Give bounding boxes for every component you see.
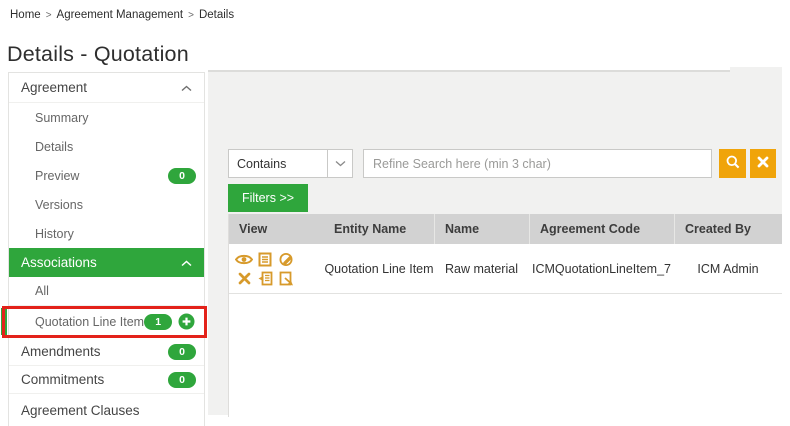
breadcrumb-agreement-management[interactable]: Agreement Management [57, 9, 184, 21]
summary-list-icon[interactable] [258, 252, 272, 267]
sidebar-section-amendments[interactable]: Amendments 0 [9, 338, 204, 366]
panel-top-tab [730, 67, 782, 73]
preview-count-badge: 0 [168, 168, 196, 184]
sidebar-item-versions-label: Versions [35, 198, 83, 212]
breadcrumb-details: Details [199, 9, 234, 21]
sidebar-item-history[interactable]: History [9, 219, 204, 248]
search-button[interactable] [719, 149, 746, 178]
chevron-up-icon [181, 80, 192, 95]
sidebar-item-details-label: Details [35, 140, 73, 154]
sidebar-section-commitments-label: Commitments [21, 372, 104, 387]
search-operator-value: Contains [229, 150, 327, 177]
sidebar-section-agreement[interactable]: Agreement [9, 73, 204, 103]
breadcrumb-home[interactable]: Home [10, 9, 41, 21]
filters-button[interactable]: Filters >> [228, 184, 308, 212]
sidebar-section-commitments[interactable]: Commitments 0 [9, 366, 204, 394]
plus-circle-icon[interactable] [178, 313, 195, 330]
sidebar: Agreement Summary Details Preview 0 Vers… [8, 72, 205, 426]
results-table: View Entity Name Name Agreement Code Cre… [228, 214, 782, 417]
search-operator-select[interactable]: Contains [228, 149, 353, 178]
sidebar-item-quotation-line-item-label: Quotation Line Item [35, 315, 144, 329]
cell-created-by: ICM Admin [674, 244, 782, 293]
breadcrumb-separator: > [46, 10, 52, 21]
view-eye-icon[interactable] [235, 253, 253, 266]
table-body: Quotation Line Item Raw material ICMQuot… [229, 244, 782, 417]
breadcrumb-separator: > [188, 10, 194, 21]
column-header-entity-name: Entity Name [324, 214, 434, 244]
sidebar-section-associations-label: Associations [21, 255, 97, 270]
edit-circle-icon[interactable] [279, 252, 294, 267]
amendments-count-badge: 0 [168, 344, 196, 360]
search-bar: Contains [228, 149, 776, 178]
sidebar-item-history-label: History [35, 227, 74, 241]
column-header-view: View [229, 214, 324, 244]
sidebar-item-all-label: All [35, 284, 49, 298]
sidebar-section-agreement-label: Agreement [21, 80, 87, 95]
x-icon [757, 156, 769, 171]
sidebar-item-details[interactable]: Details [9, 132, 204, 161]
sidebar-item-versions[interactable]: Versions [9, 190, 204, 219]
sidebar-item-preview[interactable]: Preview 0 [9, 161, 204, 190]
sidebar-item-preview-label: Preview [35, 169, 79, 183]
sidebar-section-amendments-label: Amendments [21, 344, 101, 359]
row-actions-cell [229, 244, 324, 293]
page-title: Details - Quotation [7, 42, 189, 67]
column-header-agreement-code: Agreement Code [529, 214, 674, 244]
cell-name: Raw material [434, 244, 529, 293]
chevron-down-icon [327, 150, 352, 177]
breadcrumb: Home > Agreement Management > Details [10, 9, 234, 21]
sidebar-item-summary-label: Summary [35, 111, 88, 125]
delete-x-icon[interactable] [238, 272, 251, 285]
commitments-count-badge: 0 [168, 372, 196, 388]
selected-item-indicator [1, 308, 7, 335]
sidebar-item-quotation-line-item[interactable]: Quotation Line Item 1 [9, 306, 204, 338]
sidebar-section-agreement-clauses[interactable]: Agreement Clauses [9, 394, 204, 426]
clear-search-button[interactable] [750, 149, 776, 178]
column-header-name: Name [434, 214, 529, 244]
sidebar-section-associations[interactable]: Associations [9, 248, 204, 277]
quotation-line-item-count-badge: 1 [144, 314, 172, 330]
table-row: Quotation Line Item Raw material ICMQuot… [229, 244, 782, 294]
cell-agreement-code: ICMQuotationLineItem_7 [529, 244, 674, 293]
sidebar-section-agreement-clauses-label: Agreement Clauses [21, 403, 140, 418]
column-header-created-by: Created By [674, 214, 782, 244]
chevron-up-icon [181, 255, 192, 270]
magnifier-icon [725, 154, 741, 173]
cell-entity-name: Quotation Line Item [324, 244, 434, 293]
associate-list-icon[interactable] [258, 271, 273, 286]
main-panel: Contains Filters >> View Entity Name Nam… [208, 70, 782, 415]
sidebar-item-summary[interactable]: Summary [9, 103, 204, 132]
sidebar-item-all[interactable]: All [9, 277, 204, 306]
document-edit-icon[interactable] [279, 271, 294, 286]
search-input[interactable] [363, 149, 712, 178]
table-header-row: View Entity Name Name Agreement Code Cre… [229, 214, 782, 244]
